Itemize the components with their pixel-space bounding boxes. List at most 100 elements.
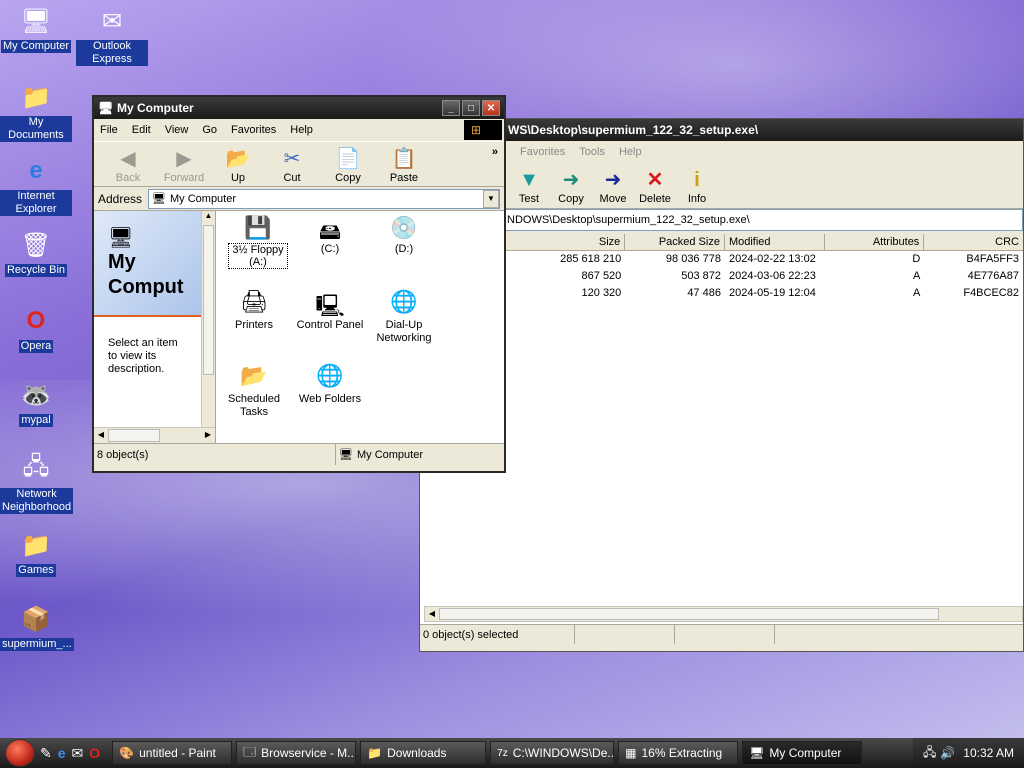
address-input[interactable]: 🖥 My Computer ▼ — [148, 188, 500, 209]
paste-button[interactable]: 📋 Paste — [376, 146, 432, 184]
desktop-icon-my-computer[interactable]: 🖥 My Computer — [0, 4, 72, 53]
quicklaunch-desktop-icon[interactable]: ✎ — [40, 745, 52, 762]
zip-move-button[interactable]: ➜ Move — [592, 167, 634, 205]
zip-test-button[interactable]: ▼ Test — [508, 167, 550, 205]
scissors-icon: ✂ — [283, 148, 301, 170]
scroll-up-icon[interactable]: ▲ — [202, 211, 215, 225]
scheduled-tasks-icon: 📂 — [240, 363, 268, 388]
quicklaunch-ie-icon[interactable]: e — [58, 745, 66, 761]
task-my-computer[interactable]: 🖥 My Computer — [742, 741, 863, 765]
zip-horizontal-scrollbar[interactable]: ◀ — [424, 606, 1023, 622]
scroll-thumb[interactable] — [203, 225, 214, 375]
drive-item-floppy[interactable]: 💾 3½ Floppy (A:) — [228, 215, 288, 269]
webview-description: Select an item to view its description. — [108, 337, 178, 375]
folder-item-scheduled-tasks[interactable]: 📂 Scheduled Tasks — [222, 363, 286, 419]
cut-button[interactable]: ✂ Cut — [264, 146, 320, 184]
desktop-icon-outlook-express[interactable]: ✉ Outlook Express — [76, 4, 148, 66]
computer-icon: 🖥 — [152, 193, 166, 205]
drive-item-c[interactable]: 🖴 (C:) — [298, 215, 362, 255]
zip-window[interactable]: WS\Desktop\supermium_122_32_setup.exe\ F… — [419, 118, 1024, 652]
scroll-right-icon[interactable]: ▶ — [201, 428, 215, 443]
ie-icon: e — [29, 157, 43, 184]
close-button[interactable]: ✕ — [482, 100, 500, 116]
address-dropdown-button[interactable]: ▼ — [483, 189, 499, 208]
copy-icon: 📄 — [335, 148, 361, 170]
webview-vertical-scrollbar[interactable]: ▲ — [201, 211, 215, 427]
desktop-icon-mypal[interactable]: 🦝 mypal — [0, 378, 72, 427]
table-row[interactable]: 867 520 503 872 2024-03-06 22:23 A 4E776… — [420, 268, 1023, 285]
quicklaunch-outlook-icon[interactable]: ✉ — [72, 745, 84, 762]
outlook-icon: ✉ — [101, 7, 123, 35]
table-row[interactable]: 285 618 210 98 036 778 2024-02-22 13:02 … — [420, 251, 1023, 268]
quicklaunch-opera-icon[interactable]: O — [89, 745, 100, 761]
toolbar-overflow-icon[interactable]: » — [492, 146, 498, 158]
task-browservice[interactable]: 🗔 Browservice - M... — [236, 741, 357, 765]
menu-favorites[interactable]: Favorites — [231, 124, 276, 136]
maximize-button[interactable]: □ — [462, 100, 480, 116]
zip-menu-favorites[interactable]: Favorites — [520, 146, 565, 158]
tray-volume-icon[interactable]: 🔊 — [940, 746, 955, 760]
zip-menu-help[interactable]: Help — [619, 146, 642, 158]
table-row[interactable]: 120 320 47 486 2024-05-19 12:04 A F4BCEC… — [420, 285, 1023, 302]
desktop-icon-internet-explorer[interactable]: e Internet Explorer — [0, 154, 72, 216]
scroll-left-icon[interactable]: ◀ — [425, 607, 439, 621]
raccoon-icon: 🦝 — [21, 381, 51, 409]
zip-path-field[interactable]: NDOWS\Desktop\supermium_122_32_setup.exe… — [420, 209, 1023, 231]
zip-list-header: Size Packed Size Modified Attributes CRC — [420, 234, 1023, 251]
menu-file[interactable]: File — [100, 124, 118, 136]
task-paint[interactable]: 🎨 untitled - Paint — [112, 741, 233, 765]
folder-item-web-folders[interactable]: 🌐 Web Folders — [292, 363, 368, 405]
zip-window-title: WS\Desktop\supermium_122_32_setup.exe\ — [508, 123, 759, 137]
col-crc[interactable]: CRC — [924, 234, 1023, 250]
scroll-left-icon[interactable]: ◀ — [94, 428, 108, 443]
zip-copy-button[interactable]: ➜ Copy — [550, 167, 592, 205]
zip-menu-tools[interactable]: Tools — [579, 146, 605, 158]
webview-title: My Comput — [108, 251, 184, 298]
dialup-networking-icon: 🌐 — [390, 289, 418, 314]
explorer-item-view[interactable]: 💾 3½ Floppy (A:) 🖴 (C:) 💿 (D:) 🖨 Printer… — [216, 211, 504, 443]
zip-titlebar[interactable]: WS\Desktop\supermium_122_32_setup.exe\ — [420, 119, 1023, 141]
webview-header: 🖥 My Comput — [94, 211, 215, 317]
zip-status-text: 0 object(s) selected — [420, 625, 575, 644]
folder-item-printers[interactable]: 🖨 Printers — [222, 289, 286, 331]
menu-view[interactable]: View — [165, 124, 189, 136]
task-7zip[interactable]: 7z C:\WINDOWS\De... — [490, 741, 615, 765]
task-extracting[interactable]: ▦ 16% Extracting — [618, 741, 739, 765]
explorer-window[interactable]: 🖥 My Computer _ □ ✕ File Edit View Go Fa… — [92, 95, 506, 473]
scroll-thumb[interactable] — [108, 429, 160, 442]
webview-horizontal-scrollbar[interactable]: ◀ ▶ — [94, 427, 215, 443]
folder-item-dialup[interactable]: 🌐 Dial-Up Networking — [368, 289, 440, 345]
desktop-icon-opera[interactable]: O Opera — [0, 304, 72, 353]
zip-file-list[interactable]: Size Packed Size Modified Attributes CRC… — [420, 234, 1023, 624]
back-button[interactable]: ◀ Back — [100, 146, 156, 184]
status-object-count: 8 object(s) — [94, 444, 336, 465]
tray-clock[interactable]: 10:32 AM — [963, 746, 1014, 760]
copy-button[interactable]: 📄 Copy — [320, 146, 376, 184]
menu-go[interactable]: Go — [202, 124, 217, 136]
tray-network-icon[interactable]: 🖧 — [923, 743, 936, 764]
up-button[interactable]: 📂 Up — [212, 146, 264, 184]
zip-statusbar: 0 object(s) selected — [420, 624, 1023, 644]
col-packed-size[interactable]: Packed Size — [625, 234, 725, 250]
explorer-titlebar[interactable]: 🖥 My Computer _ □ ✕ — [94, 97, 504, 119]
minimize-button[interactable]: _ — [442, 100, 460, 116]
start-button[interactable] — [0, 738, 40, 768]
delete-icon: ✕ — [646, 169, 664, 191]
task-downloads[interactable]: 📁 Downloads — [360, 741, 487, 765]
desktop-icon-my-documents[interactable]: 📁 My Documents — [0, 80, 72, 142]
folder-item-control-panel[interactable]: 🖳 Control Panel — [292, 289, 368, 331]
drive-item-d[interactable]: 💿 (D:) — [372, 215, 436, 255]
desktop-icon-games[interactable]: 📁 Games — [0, 528, 72, 577]
zip-info-button[interactable]: i Info — [676, 167, 718, 205]
desktop-icon-supermium[interactable]: 📦 supermium_... — [0, 602, 74, 651]
desktop-icon-recycle-bin[interactable]: 🗑 Recycle Bin — [0, 228, 72, 277]
scroll-thumb[interactable] — [439, 608, 939, 620]
col-modified[interactable]: Modified — [725, 234, 825, 250]
zip-delete-button[interactable]: ✕ Delete — [634, 167, 676, 205]
desktop-icon-network-neighborhood[interactable]: 🖧 Network Neighborhood — [0, 452, 74, 514]
menu-edit[interactable]: Edit — [132, 124, 151, 136]
menu-help[interactable]: Help — [290, 124, 313, 136]
col-attributes[interactable]: Attributes — [825, 234, 925, 250]
computer-icon: 🖥 — [20, 7, 52, 35]
forward-button[interactable]: ▶ Forward — [156, 146, 212, 184]
